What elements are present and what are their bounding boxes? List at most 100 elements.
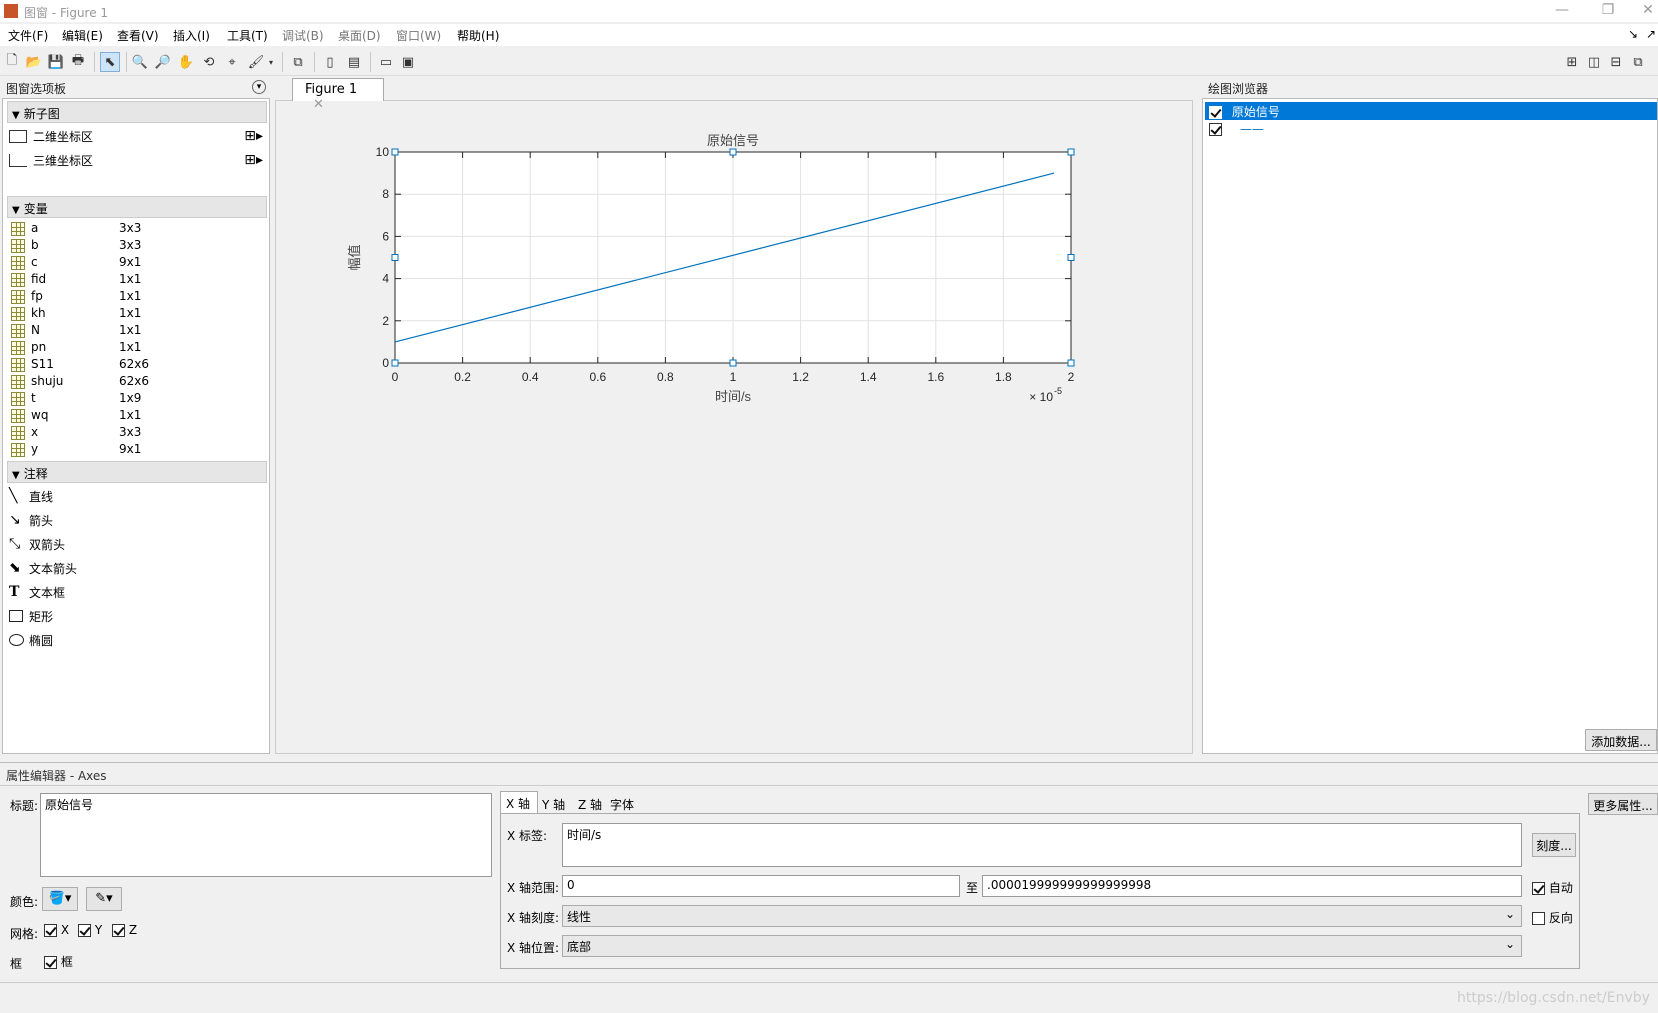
checkbox[interactable] [1532, 882, 1545, 895]
xloc-select[interactable]: 底部 ⌄ [562, 935, 1522, 957]
variable-row[interactable]: fid 1x1 [11, 272, 261, 289]
browser-item-line[interactable]: —— [1205, 121, 1657, 139]
dock-icon[interactable]: ↗ [1646, 27, 1656, 41]
save-icon[interactable]: 💾 [46, 52, 66, 72]
line-color-button[interactable]: ✎▾ [86, 887, 122, 911]
brush-dropdown-icon[interactable]: ▾ [266, 52, 276, 72]
section-annotations[interactable]: ▼ 注释 [7, 461, 267, 483]
menu-insert[interactable]: 插入(I) [173, 27, 210, 44]
print-icon[interactable]: 🖶 [68, 52, 88, 72]
variable-row[interactable]: c 9x1 [11, 255, 261, 272]
variable-row[interactable]: fp 1x1 [11, 289, 261, 306]
xscale-select[interactable]: 线性 ⌄ [562, 905, 1522, 927]
minimize-button[interactable]: — [1550, 2, 1574, 18]
variable-row[interactable]: b 3x3 [11, 238, 261, 255]
annotation-ellipse[interactable]: 椭圆 [9, 629, 53, 651]
variable-row[interactable]: shuju 62x6 [11, 374, 261, 391]
menu-debug[interactable]: 调试(B) [282, 27, 324, 44]
property-editor-title: 属性编辑器 - Axes [6, 769, 107, 783]
xrange-min-field[interactable]: 0 [562, 875, 960, 897]
annotation-line[interactable]: ╲ 直线 [9, 485, 53, 507]
menu-help[interactable]: 帮助(H) [457, 27, 499, 44]
rotate-icon[interactable]: ⟲ [199, 52, 219, 72]
show-plot-tools-icon[interactable]: ▣ [398, 52, 418, 72]
matrix-icon [11, 375, 25, 389]
section-subplots[interactable]: ▼ 新子图 [7, 101, 267, 123]
variable-row[interactable]: x 3x3 [11, 425, 261, 442]
menu-view[interactable]: 查看(V) [117, 27, 159, 44]
tab-x-axis[interactable]: X 轴 [500, 791, 538, 813]
grid-y-checkbox[interactable]: Y [78, 923, 102, 937]
tile-layout-icon[interactable]: ⊞ [1562, 52, 1582, 72]
grid-z-checkbox[interactable]: Z [112, 923, 137, 937]
auto-checkbox[interactable]: 自动 [1532, 879, 1573, 896]
browser-item-axes[interactable]: 原始信号 [1205, 102, 1657, 120]
variable-row[interactable]: N 1x1 [11, 323, 261, 340]
title-field[interactable]: 原始信号 [40, 793, 492, 877]
new-figure-icon[interactable]: 🗋 [2, 52, 22, 72]
variable-row[interactable]: y 9x1 [11, 442, 261, 459]
matrix-icon [11, 409, 25, 423]
menu-desktop[interactable]: 桌面(D) [338, 27, 381, 44]
open-icon[interactable]: 📂 [24, 52, 44, 72]
xlabel-field[interactable]: 时间/s [562, 823, 1522, 867]
checkbox[interactable] [112, 924, 125, 937]
left-right-layout-icon[interactable]: ◫ [1584, 52, 1604, 72]
pan-icon[interactable]: ✋ [176, 52, 196, 72]
visibility-checkbox[interactable] [1209, 106, 1222, 119]
checkbox[interactable] [44, 924, 57, 937]
variable-row[interactable]: pn 1x1 [11, 340, 261, 357]
variable-size: 1x1 [119, 340, 142, 354]
menu-edit[interactable]: 编辑(E) [62, 27, 103, 44]
variable-row[interactable]: a 3x3 [11, 221, 261, 238]
variable-row[interactable]: kh 1x1 [11, 306, 261, 323]
hide-plot-tools-icon[interactable]: ▭ [376, 52, 396, 72]
zoom-out-icon[interactable]: 🔎 [153, 52, 173, 72]
link-plot-icon[interactable]: ⧉ [288, 52, 308, 72]
grid-x-checkbox[interactable]: X [44, 923, 69, 937]
legend-icon[interactable]: ▤ [344, 52, 364, 72]
subplot-2d-axes[interactable]: 二维坐标区 ⊞▸ [9, 125, 267, 147]
line-icon: ╲ [9, 488, 18, 504]
float-layout-icon[interactable]: ⧉ [1628, 52, 1648, 72]
fill-color-button[interactable]: 🪣▾ [42, 887, 78, 911]
data-cursor-icon[interactable]: ⌖ [222, 52, 242, 72]
reverse-checkbox[interactable]: 反向 [1532, 909, 1573, 926]
x-tick-label: 0.4 [522, 370, 539, 384]
visibility-checkbox[interactable] [1209, 123, 1222, 136]
more-properties-button[interactable]: 更多属性... [1588, 793, 1658, 815]
menu-window[interactable]: 窗口(W) [396, 27, 441, 44]
menu-file[interactable]: 文件(F) [8, 27, 48, 44]
variable-row[interactable]: wq 1x1 [11, 408, 261, 425]
annotation-arrow[interactable]: ↘ 箭头 [9, 509, 53, 531]
variable-row[interactable]: t 1x9 [11, 391, 261, 408]
edit-plot-arrow-icon[interactable]: ⬉ [100, 52, 120, 72]
ticks-button[interactable]: 刻度... [1532, 833, 1576, 857]
variable-row[interactable]: S11 62x6 [11, 357, 261, 374]
section-variables[interactable]: ▼ 变量 [7, 196, 267, 218]
plot-canvas[interactable]: 0 0.2 0.4 0.6 0.8 1 1.2 1.4 1.6 1.8 2 0 2 4 6 8 10 原始信号时间… [275, 100, 1193, 754]
box-checkbox[interactable]: 框 [44, 953, 73, 970]
checkbox[interactable] [44, 956, 57, 969]
checkbox[interactable] [78, 924, 91, 937]
brush-icon[interactable]: 🖌 [246, 52, 266, 72]
close-button[interactable]: ✕ [1636, 2, 1658, 18]
restore-button[interactable]: ❐ [1596, 2, 1620, 18]
grid-layout-icon[interactable]: ⊞▸ [244, 152, 263, 168]
top-bottom-layout-icon[interactable]: ⊟ [1606, 52, 1626, 72]
subplot-3d-axes[interactable]: 三维坐标区 ⊞▸ [9, 149, 267, 171]
grid-layout-icon[interactable]: ⊞▸ [244, 128, 263, 144]
undock-icon[interactable]: ↘ [1628, 27, 1638, 41]
colorbar-icon[interactable]: ▯ [320, 52, 340, 72]
add-data-button[interactable]: 添加数据... [1585, 729, 1657, 751]
zoom-in-icon[interactable]: 🔍 [130, 52, 150, 72]
tab-figure-1[interactable]: Figure 1 ✕ [292, 78, 384, 112]
annotation-text-arrow[interactable]: ⬊ 文本箭头 [9, 557, 77, 579]
annotation-textbox[interactable]: T 文本框 [9, 581, 65, 603]
xrange-max-field[interactable]: .000019999999999999998 [982, 875, 1522, 897]
menu-tools[interactable]: 工具(T) [227, 27, 268, 44]
annotation-rectangle[interactable]: 矩形 [9, 605, 53, 627]
annotation-double-arrow[interactable]: ⤡ 双箭头 [9, 533, 65, 555]
palette-options-icon[interactable]: ▾ [252, 80, 266, 94]
checkbox[interactable] [1532, 912, 1545, 925]
